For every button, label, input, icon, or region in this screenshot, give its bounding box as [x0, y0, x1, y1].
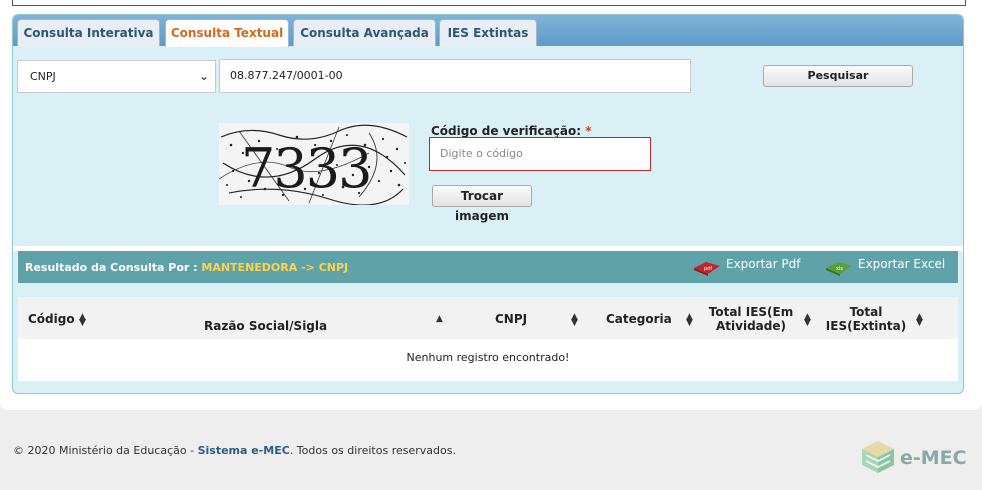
emec-logo-icon [862, 441, 894, 473]
sort-icon[interactable]: ▼ [916, 318, 923, 328]
results-title-prefix: Resultado da Consulta Por : [25, 261, 198, 274]
sort-icon[interactable]: ▼ [79, 318, 86, 328]
results-table-header: Código ▲ ▼ Razão Social/Sigla ▲ CNPJ ▲ ▼… [18, 297, 958, 339]
tab-consulta-avancada[interactable]: Consulta Avançada [293, 19, 436, 46]
tab-consulta-interativa[interactable]: Consulta Interativa [17, 19, 160, 46]
search-type-select[interactable]: CNPJ ⌄ [17, 60, 216, 93]
sort-icon[interactable]: ▼ [571, 318, 578, 328]
search-button[interactable]: Pesquisar [763, 65, 913, 87]
export-excel-button[interactable]: xls Exportar Excel [826, 257, 946, 276]
swap-image-button[interactable]: Trocar imagem [432, 185, 532, 223]
copyright-prefix: © 2020 Ministério da Educação - [13, 444, 195, 457]
tab-consulta-textual[interactable]: Consulta Textual [165, 19, 289, 47]
sort-asc-icon[interactable]: ▲ [436, 314, 443, 324]
emec-logo: e-MEC [858, 437, 968, 477]
column-razao-social[interactable]: Razão Social/Sigla [204, 319, 327, 333]
svg-text:xls: xls [836, 266, 843, 272]
search-type-value: CNPJ [30, 70, 56, 83]
excel-icon: xls [826, 262, 852, 276]
captcha-input[interactable]: Digite o código [429, 137, 651, 171]
footer: © 2020 Ministério da Educação - Sistema … [13, 444, 456, 457]
column-cnpj[interactable]: CNPJ [495, 312, 527, 326]
column-codigo[interactable]: Código [28, 312, 75, 326]
pdf-icon: pdf [694, 262, 720, 276]
column-categoria[interactable]: Categoria [606, 312, 672, 326]
captcha-label: Código de verificação: * [431, 124, 592, 138]
emec-logo-text: e-MEC [900, 447, 967, 469]
chevron-down-icon: ⌄ [198, 69, 209, 83]
previous-section-edge [12, 0, 966, 6]
svg-text:pdf: pdf [704, 266, 712, 272]
results-header-bar: Resultado da Consulta Por : MANTENEDORA … [18, 251, 958, 283]
cnpj-input[interactable]: 08.877.247/0001-00 [219, 59, 691, 93]
results-title: Resultado da Consulta Por : MANTENEDORA … [25, 261, 348, 274]
copyright-suffix: . Todos os direitos reservados. [289, 444, 456, 457]
column-total-ies-extinta[interactable]: Total IES(Extinta) [822, 305, 910, 333]
sistema-emec-link[interactable]: Sistema e-MEC [198, 444, 290, 457]
export-pdf-label: Exportar Pdf [726, 257, 801, 271]
export-pdf-button[interactable]: pdf Exportar Pdf [694, 257, 801, 276]
search-panel: Consulta Interativa Consulta Textual Con… [12, 14, 964, 394]
column-total-ies-atividade[interactable]: Total IES(Em Atividade) [706, 305, 796, 333]
tab-ies-extintas[interactable]: IES Extintas [439, 19, 537, 46]
captcha-image: 7333 [219, 123, 409, 205]
results-title-value: MANTENEDORA -> CNPJ [201, 261, 349, 274]
tab-bar: Consulta Interativa Consulta Textual Con… [13, 15, 963, 47]
sort-icon[interactable]: ▼ [804, 318, 811, 328]
captcha-text: 7333 [241, 137, 370, 200]
export-excel-label: Exportar Excel [858, 257, 946, 271]
required-mark: * [585, 124, 592, 138]
captcha-label-text: Código de verificação: [431, 124, 582, 138]
empty-results-row: Nenhum registro encontrado! [18, 339, 958, 381]
sort-icon[interactable]: ▼ [686, 318, 693, 328]
